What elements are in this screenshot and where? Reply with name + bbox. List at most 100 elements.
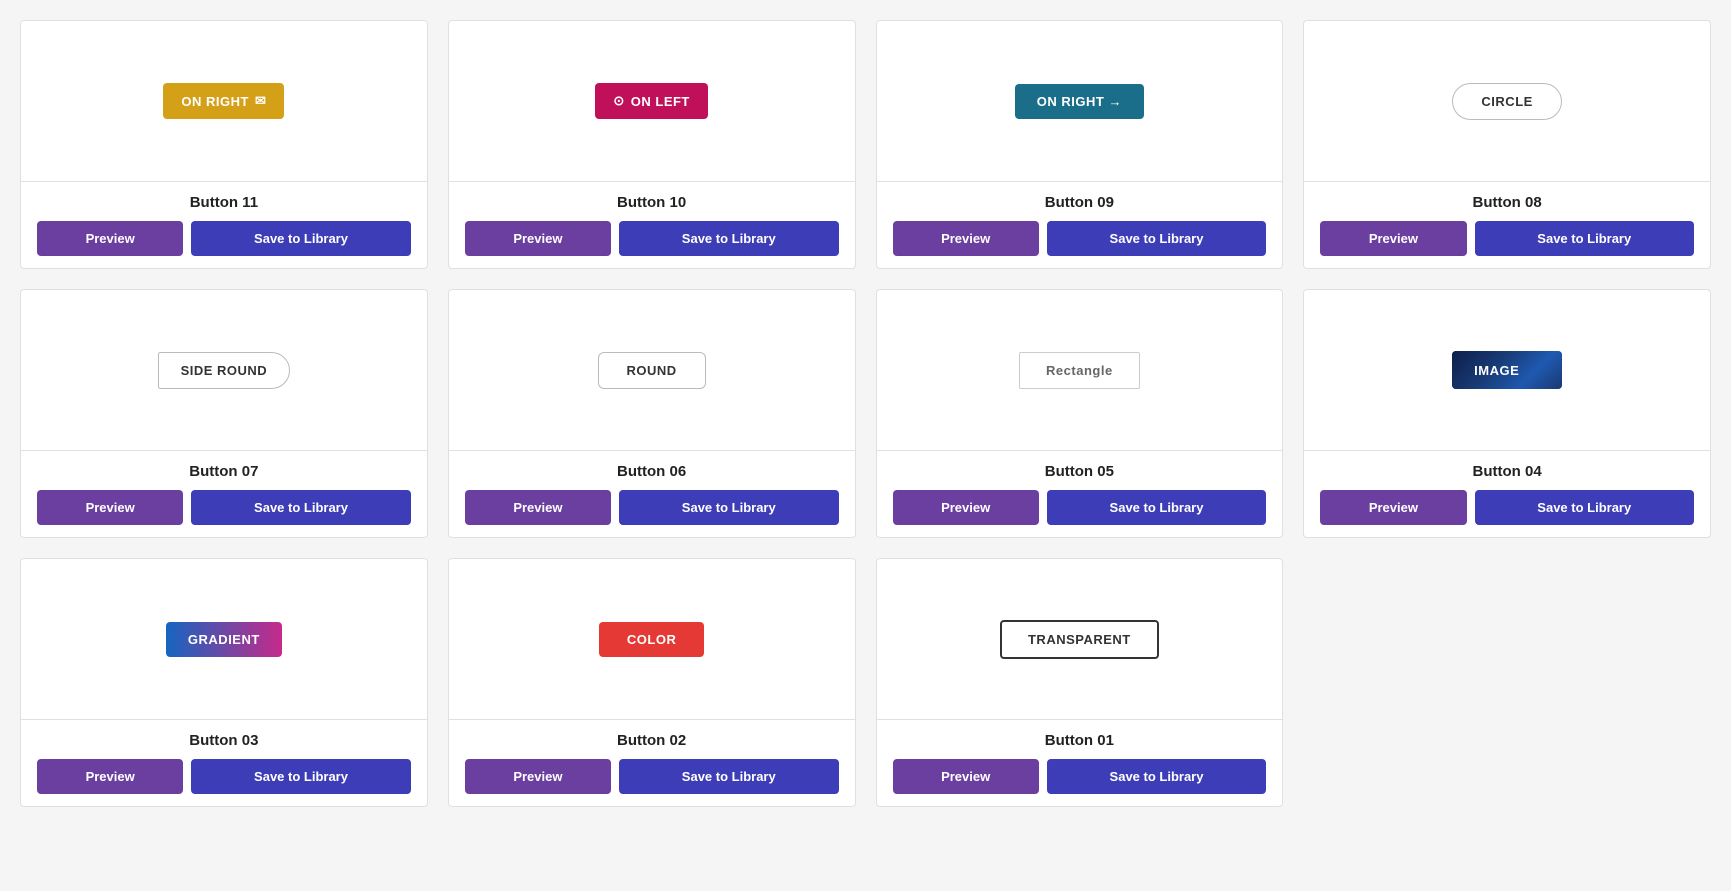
preview-button-btn09[interactable]: Preview — [893, 221, 1039, 256]
actions-btn04: Preview Save to Library — [1320, 490, 1694, 525]
preview-button-btn03[interactable]: Preview — [37, 759, 183, 794]
preview-button-btn05[interactable]: Preview — [893, 490, 1039, 525]
card-button07: SIDE ROUND Button 07 Preview Save to Lib… — [20, 289, 428, 538]
card-button04: IMAGE Button 04 Preview Save to Library — [1303, 289, 1711, 538]
actions-btn06: Preview Save to Library — [465, 490, 839, 525]
actions-btn11: Preview Save to Library — [37, 221, 411, 256]
preview-button-btn01[interactable]: Preview — [893, 759, 1039, 794]
preview-button-btn07[interactable]: Preview — [37, 490, 183, 525]
row-1: ON RIGHT ✉ Button 11 Preview Save to Lib… — [20, 20, 1711, 269]
preview-area-btn06: ROUND — [449, 290, 855, 450]
save-button-btn01[interactable]: Save to Library — [1047, 759, 1266, 794]
actions-btn03: Preview Save to Library — [37, 759, 411, 794]
save-button-btn11[interactable]: Save to Library — [191, 221, 410, 256]
demo-button-06: ROUND — [598, 352, 706, 389]
preview-area-btn01: TRANSPARENT — [877, 559, 1283, 719]
card-title-btn04: Button 04 — [1320, 463, 1694, 480]
row-2: SIDE ROUND Button 07 Preview Save to Lib… — [20, 289, 1711, 538]
card-button03: GRADIENT Button 03 Preview Save to Libra… — [20, 558, 428, 807]
preview-button-btn04[interactable]: Preview — [1320, 490, 1466, 525]
btn03-label: GRADIENT — [188, 632, 260, 647]
footer-btn04: Button 04 Preview Save to Library — [1304, 450, 1710, 537]
preview-area-btn03: GRADIENT — [21, 559, 427, 719]
actions-btn07: Preview Save to Library — [37, 490, 411, 525]
preview-button-btn08[interactable]: Preview — [1320, 221, 1466, 256]
btn08-label: CIRCLE — [1481, 94, 1532, 109]
footer-btn03: Button 03 Preview Save to Library — [21, 719, 427, 806]
preview-button-btn02[interactable]: Preview — [465, 759, 611, 794]
preview-area-btn04: IMAGE — [1304, 290, 1710, 450]
preview-area-btn11: ON RIGHT ✉ — [21, 21, 427, 181]
preview-area-btn09: ON RIGHT → — [877, 21, 1283, 181]
footer-btn08: Button 08 Preview Save to Library — [1304, 181, 1710, 268]
demo-button-10: ⊙ ON LEFT — [595, 83, 708, 119]
footer-btn01: Button 01 Preview Save to Library — [877, 719, 1283, 806]
preview-area-btn08: CIRCLE — [1304, 21, 1710, 181]
demo-button-09: ON RIGHT → — [1015, 84, 1144, 119]
card-button08: CIRCLE Button 08 Preview Save to Library — [1303, 20, 1711, 269]
preview-area-btn07: SIDE ROUND — [21, 290, 427, 450]
demo-button-07: SIDE ROUND — [158, 352, 291, 389]
actions-btn02: Preview Save to Library — [465, 759, 839, 794]
demo-button-05: Rectangle — [1019, 352, 1140, 389]
footer-btn05: Button 05 Preview Save to Library — [877, 450, 1283, 537]
save-button-btn08[interactable]: Save to Library — [1475, 221, 1694, 256]
save-button-btn10[interactable]: Save to Library — [619, 221, 838, 256]
actions-btn09: Preview Save to Library — [893, 221, 1267, 256]
card-button10: ⊙ ON LEFT Button 10 Preview Save to Libr… — [448, 20, 856, 269]
card-button09: ON RIGHT → Button 09 Preview Save to Lib… — [876, 20, 1284, 269]
save-button-btn02[interactable]: Save to Library — [619, 759, 838, 794]
footer-btn11: Button 11 Preview Save to Library — [21, 181, 427, 268]
save-button-btn03[interactable]: Save to Library — [191, 759, 410, 794]
actions-btn08: Preview Save to Library — [1320, 221, 1694, 256]
card-title-btn07: Button 07 — [37, 463, 411, 480]
save-button-btn09[interactable]: Save to Library — [1047, 221, 1266, 256]
card-button02: COLOR Button 02 Preview Save to Library — [448, 558, 856, 807]
card-title-btn06: Button 06 — [465, 463, 839, 480]
card-button11: ON RIGHT ✉ Button 11 Preview Save to Lib… — [20, 20, 428, 269]
preview-button-btn11[interactable]: Preview — [37, 221, 183, 256]
demo-button-08: CIRCLE — [1452, 83, 1561, 120]
row-3: GRADIENT Button 03 Preview Save to Libra… — [20, 558, 1711, 807]
footer-btn10: Button 10 Preview Save to Library — [449, 181, 855, 268]
btn09-label: ON RIGHT → — [1037, 94, 1122, 109]
card-title-btn01: Button 01 — [893, 732, 1267, 749]
card-title-btn03: Button 03 — [37, 732, 411, 749]
btn10-label: ON LEFT — [631, 94, 690, 109]
preview-button-btn10[interactable]: Preview — [465, 221, 611, 256]
btn11-label: ON RIGHT — [181, 94, 249, 109]
btn04-label: IMAGE — [1474, 363, 1519, 378]
btn01-label: TRANSPARENT — [1028, 632, 1131, 647]
card-button05: Rectangle Button 05 Preview Save to Libr… — [876, 289, 1284, 538]
save-button-btn06[interactable]: Save to Library — [619, 490, 838, 525]
footer-btn02: Button 02 Preview Save to Library — [449, 719, 855, 806]
card-title-btn10: Button 10 — [465, 194, 839, 211]
card-button01: TRANSPARENT Button 01 Preview Save to Li… — [876, 558, 1284, 807]
demo-button-03: GRADIENT — [166, 622, 282, 657]
btn05-label: Rectangle — [1046, 363, 1113, 378]
preview-button-btn06[interactable]: Preview — [465, 490, 611, 525]
actions-btn05: Preview Save to Library — [893, 490, 1267, 525]
actions-btn01: Preview Save to Library — [893, 759, 1267, 794]
preview-area-btn05: Rectangle — [877, 290, 1283, 450]
demo-button-04: IMAGE — [1452, 351, 1562, 389]
card-title-btn09: Button 09 — [893, 194, 1267, 211]
card-title-btn11: Button 11 — [37, 194, 411, 211]
save-button-btn05[interactable]: Save to Library — [1047, 490, 1266, 525]
demo-button-01: TRANSPARENT — [1000, 620, 1159, 659]
footer-btn07: Button 07 Preview Save to Library — [21, 450, 427, 537]
card-title-btn02: Button 02 — [465, 732, 839, 749]
demo-button-11: ON RIGHT ✉ — [163, 83, 284, 119]
save-button-btn04[interactable]: Save to Library — [1475, 490, 1694, 525]
save-button-btn07[interactable]: Save to Library — [191, 490, 410, 525]
btn10-icon: ⊙ — [613, 93, 624, 109]
demo-button-02: COLOR — [599, 622, 704, 657]
actions-btn10: Preview Save to Library — [465, 221, 839, 256]
card-title-btn08: Button 08 — [1320, 194, 1694, 211]
btn11-icon: ✉ — [255, 93, 266, 109]
card-title-btn05: Button 05 — [893, 463, 1267, 480]
btn02-label: COLOR — [627, 632, 676, 647]
btn06-label: ROUND — [627, 363, 677, 378]
button-library-grid: ON RIGHT ✉ Button 11 Preview Save to Lib… — [20, 20, 1711, 807]
footer-btn09: Button 09 Preview Save to Library — [877, 181, 1283, 268]
